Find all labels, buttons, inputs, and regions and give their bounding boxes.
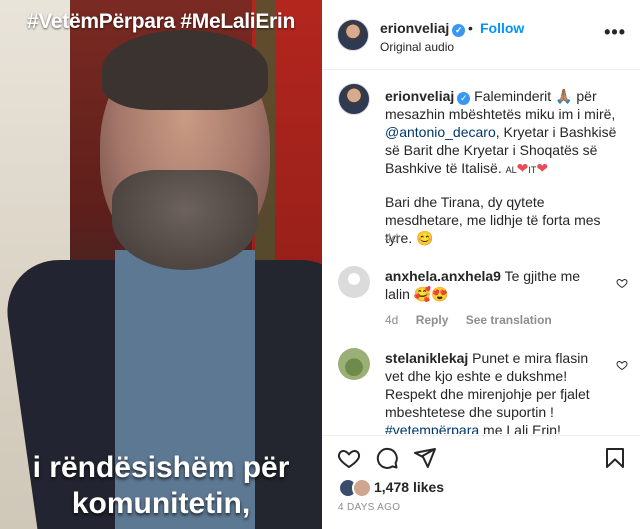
comment-age: 4d [385, 313, 399, 327]
heart-emoji-2: ❤ [536, 160, 549, 176]
comment-like-heart-icon[interactable] [616, 359, 628, 371]
caption-username[interactable]: erionveliaj [385, 88, 454, 104]
follow-button[interactable]: Follow [480, 20, 524, 36]
caption-mention[interactable]: @antonio_decaro [385, 124, 496, 140]
comment-like-heart-icon[interactable] [616, 277, 628, 289]
caption-body-3: Bari dhe Tirana, dy qytete mesdhetare, m… [385, 194, 601, 246]
caption-author-avatar[interactable] [338, 83, 370, 115]
reply-button[interactable]: Reply [416, 313, 449, 327]
header-separator: • [468, 20, 473, 36]
caption-age: 4d [385, 231, 399, 245]
comment-text: anxhela.anxhela9 Te gjithe me lalin 🥰😍 [385, 267, 607, 303]
caption-text: erionveliaj ✓ Faleminderit 🙏🏽 për mesazhi… [385, 87, 617, 247]
person-hair [102, 30, 268, 110]
video-subtitle-line2: komunitetin, [71, 487, 251, 520]
flag-al-label: AL [505, 165, 517, 175]
video-hashtag-overlay: #VetëmPërpara #MeLaliErin [27, 10, 295, 33]
video-player[interactable]: #VetëmPërpara #MeLaliErin i rëndësishëm … [0, 0, 322, 529]
likes-word: likes [412, 479, 445, 495]
verified-icon: ✓ [457, 92, 471, 105]
comments-list[interactable]: erionveliaj ✓ Faleminderit 🙏🏽 për mesazhi… [322, 71, 640, 434]
comment-avatar[interactable] [338, 348, 370, 380]
post-date: 4 DAYS AGO [338, 502, 401, 513]
post-header: erionveliaj ✓ • Follow Original audio ••• [322, 0, 640, 70]
comment-meta: 4d Reply See translation [385, 313, 566, 327]
liker-avatar [352, 478, 372, 498]
comment-avatar[interactable] [338, 266, 370, 298]
comment-text: stelaniklekaj Punet e mira flasin vet dh… [385, 349, 607, 434]
author-username-text[interactable]: erionveliaj [380, 20, 449, 36]
comment-username[interactable]: stelaniklekaj [385, 350, 468, 366]
comment-hashtag[interactable]: #vetempërpara [385, 422, 479, 434]
person-beard [112, 170, 258, 270]
audio-link[interactable]: Original audio [380, 40, 454, 54]
likes-number: 1,478 [374, 479, 410, 495]
post-actions: 1,478 likes 4 DAYS AGO [322, 435, 640, 529]
comment-icon[interactable] [375, 446, 399, 470]
likes-count[interactable]: 1,478 likes [374, 479, 444, 495]
see-translation-button[interactable]: See translation [466, 313, 552, 327]
heart-icon[interactable] [337, 446, 361, 470]
video-subtitle-line1: i rëndësishëm për [32, 451, 290, 484]
post-side-panel: erionveliaj ✓ • Follow Original audio •••… [322, 0, 640, 529]
author-avatar[interactable] [337, 19, 369, 51]
bookmark-icon[interactable] [603, 446, 627, 470]
video-subtitle: i rëndësishëm për komunitetin, [0, 450, 322, 522]
heart-emoji: ❤ [516, 160, 529, 176]
caption-meta: 4d [385, 231, 412, 245]
more-icon[interactable]: ••• [604, 22, 626, 43]
comment-username[interactable]: anxhela.anxhela9 [385, 268, 501, 284]
share-icon[interactable] [413, 446, 437, 470]
author-username[interactable]: erionveliaj ✓ [380, 20, 466, 37]
verified-icon: ✓ [452, 24, 466, 37]
